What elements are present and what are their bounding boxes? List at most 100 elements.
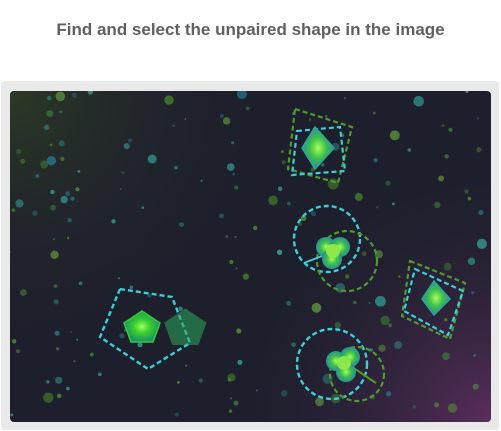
noise-dot xyxy=(47,95,52,101)
noise-dot xyxy=(200,179,203,182)
noise-dot xyxy=(253,225,258,231)
noise-dot xyxy=(353,301,357,305)
noise-dot xyxy=(119,333,125,339)
noise-dot xyxy=(434,201,441,209)
noise-dot xyxy=(412,404,417,409)
noise-dot xyxy=(147,294,152,298)
noise-dot xyxy=(467,196,472,201)
noise-dot xyxy=(386,391,392,397)
noise-dot xyxy=(268,195,278,206)
noise-dot xyxy=(287,201,291,206)
noise-dot xyxy=(464,189,469,194)
noise-dot xyxy=(117,277,121,280)
noise-dot xyxy=(447,403,458,413)
noise-dot xyxy=(98,372,102,377)
noise-dot xyxy=(237,359,243,365)
noise-dot xyxy=(442,352,450,360)
noise-dot xyxy=(174,165,178,170)
noise-dot xyxy=(56,347,60,351)
noise-dot xyxy=(59,110,63,114)
noise-dot xyxy=(376,206,379,209)
noise-dot xyxy=(345,274,350,279)
noise-dot xyxy=(242,273,250,280)
noise-dot xyxy=(44,124,50,130)
noise-dot xyxy=(476,117,479,120)
noise-dot xyxy=(15,349,21,354)
noise-dot xyxy=(128,138,133,143)
noise-dot xyxy=(392,202,395,206)
noise-dot xyxy=(75,187,80,192)
noise-dot xyxy=(443,262,452,271)
noise-dot xyxy=(77,170,81,173)
noise-dot xyxy=(373,158,378,163)
noise-dot xyxy=(56,393,62,399)
noise-dot xyxy=(467,257,476,265)
noise-dot xyxy=(311,302,322,313)
noise-dot xyxy=(11,339,17,344)
noise-dot xyxy=(174,412,179,417)
noise-dot xyxy=(476,147,482,153)
noise-dot xyxy=(389,130,400,141)
noise-dot xyxy=(35,174,40,178)
noise-dot xyxy=(178,306,183,311)
noise-dot xyxy=(123,143,130,150)
noise-dot xyxy=(233,400,239,406)
noise-dot xyxy=(20,289,27,296)
noise-dot xyxy=(228,409,233,413)
noise-dot xyxy=(327,178,339,190)
noise-dot xyxy=(121,171,125,174)
instruction-title: Find and select the unpaired shape in th… xyxy=(56,20,445,39)
captcha-canvas[interactable] xyxy=(10,91,491,422)
noise-dot xyxy=(407,148,411,152)
noise-dot xyxy=(60,156,65,162)
noise-dot xyxy=(394,341,402,350)
noise-dot xyxy=(55,91,66,102)
noise-dot xyxy=(65,191,71,197)
noise-dot xyxy=(438,175,445,182)
noise-dot xyxy=(478,210,484,215)
noise-dot xyxy=(388,323,392,328)
noise-dot xyxy=(71,92,77,98)
noise-dot xyxy=(66,386,70,391)
noise-dot xyxy=(378,344,386,352)
noise-dot xyxy=(444,154,449,159)
noise-dot xyxy=(230,397,233,400)
noise-dot xyxy=(179,222,184,228)
noise-dot xyxy=(198,378,203,383)
noise-dot xyxy=(53,299,59,305)
noise-dot xyxy=(219,213,224,219)
noise-dot xyxy=(78,281,83,286)
noise-dot xyxy=(444,318,448,322)
noise-dot xyxy=(55,376,63,384)
noise-dot xyxy=(434,402,440,408)
noise-dot xyxy=(380,315,390,326)
noise-dot xyxy=(256,389,258,392)
noise-dot xyxy=(185,364,188,367)
noise-dot xyxy=(50,189,55,195)
noise-dot xyxy=(372,111,376,115)
noise-dot xyxy=(219,114,224,118)
noise-dot xyxy=(227,373,236,382)
noise-dot xyxy=(43,392,54,403)
noise-dot xyxy=(375,295,386,307)
noise-dot xyxy=(15,199,24,208)
noise-dot xyxy=(320,163,325,167)
noise-dot xyxy=(46,110,54,117)
noise-dot xyxy=(368,301,371,304)
noise-dot xyxy=(52,238,56,241)
noise-dot xyxy=(232,172,236,176)
noise-dot xyxy=(441,124,445,128)
noise-dot xyxy=(324,114,328,118)
noise-dot xyxy=(16,148,22,155)
noise-dot xyxy=(60,195,68,204)
noise-dot xyxy=(276,249,283,255)
noise-dot xyxy=(89,352,94,357)
noise-dot xyxy=(398,275,401,278)
noise-dot xyxy=(129,285,133,289)
noise-dot xyxy=(70,196,75,201)
noise-dot xyxy=(54,330,60,336)
noise-dot xyxy=(472,383,479,390)
noise-dot xyxy=(413,96,425,107)
noise-dot xyxy=(234,235,237,239)
noise-dot xyxy=(334,321,341,329)
